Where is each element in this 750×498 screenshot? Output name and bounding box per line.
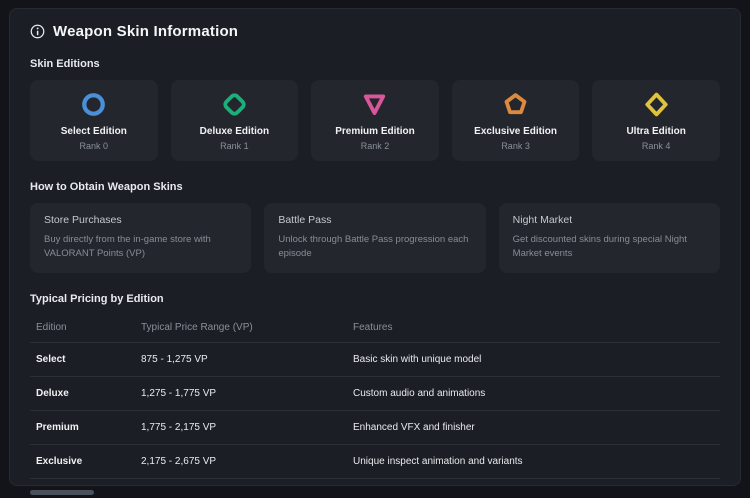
column-header-features: Features	[347, 315, 720, 343]
cell-edition: Select	[30, 342, 135, 376]
cell-features: Basic skin with unique model	[347, 342, 720, 376]
info-icon	[30, 24, 45, 39]
edition-card-ultra: Ultra Edition Rank 4	[592, 80, 720, 161]
edition-card-deluxe: Deluxe Edition Rank 1	[171, 80, 299, 161]
exclusive-edition-pentagon-icon	[502, 91, 529, 118]
table-row-premium: Premium 1,775 - 2,175 VP Enhanced VFX an…	[30, 410, 720, 444]
edition-rank: Rank 4	[642, 141, 671, 151]
cell-edition: Exclusive	[30, 444, 135, 478]
cell-features: Premium effects, evolving upgrades, kill…	[347, 478, 720, 486]
panel-header: Weapon Skin Information	[30, 23, 720, 40]
edition-card-premium: Premium Edition Rank 2	[311, 80, 439, 161]
obtain-card-description: Get discounted skins during special Nigh…	[513, 233, 706, 261]
scrollbar-thumb[interactable]	[30, 490, 94, 495]
column-header-edition: Edition	[30, 315, 135, 343]
section-title-skin-editions: Skin Editions	[30, 58, 720, 70]
edition-name: Select Edition	[61, 126, 127, 137]
table-row-ultra: Ultra 2,675+ VP Premium effects, evolvin…	[30, 478, 720, 486]
edition-rank: Rank 2	[361, 141, 390, 151]
obtain-card-title: Night Market	[513, 214, 706, 226]
cell-edition: Deluxe	[30, 376, 135, 410]
cell-features: Unique inspect animation and variants	[347, 444, 720, 478]
cell-price: 2,175 - 2,675 VP	[135, 444, 347, 478]
table-row-select: Select 875 - 1,275 VP Basic skin with un…	[30, 342, 720, 376]
edition-card-select: Select Edition Rank 0	[30, 80, 158, 161]
cell-price: 1,275 - 1,775 VP	[135, 376, 347, 410]
ultra-edition-diamond-icon	[643, 91, 670, 118]
pricing-table-header-row: Edition Typical Price Range (VP) Feature…	[30, 315, 720, 343]
obtain-card-row: Store Purchases Buy directly from the in…	[30, 203, 720, 273]
edition-card-exclusive: Exclusive Edition Rank 3	[452, 80, 580, 161]
obtain-card-store-purchases: Store Purchases Buy directly from the in…	[30, 203, 251, 273]
obtain-card-title: Store Purchases	[44, 214, 237, 226]
cell-edition: Ultra	[30, 478, 135, 486]
select-edition-circle-icon	[80, 91, 107, 118]
edition-rank: Rank 1	[220, 141, 249, 151]
edition-name: Ultra Edition	[626, 126, 685, 137]
cell-price: 2,675+ VP	[135, 478, 347, 486]
edition-rank: Rank 3	[501, 141, 530, 151]
cell-edition: Premium	[30, 410, 135, 444]
cell-price: 875 - 1,275 VP	[135, 342, 347, 376]
edition-card-row: Select Edition Rank 0 Deluxe Edition Ran…	[30, 80, 720, 161]
obtain-card-night-market: Night Market Get discounted skins during…	[499, 203, 720, 273]
edition-rank: Rank 0	[80, 141, 109, 151]
edition-name: Premium Edition	[335, 126, 414, 137]
page-title: Weapon Skin Information	[53, 23, 238, 40]
section-title-pricing: Typical Pricing by Edition	[30, 293, 720, 305]
column-header-price: Typical Price Range (VP)	[135, 315, 347, 343]
cell-features: Custom audio and animations	[347, 376, 720, 410]
premium-edition-triangle-icon	[361, 91, 388, 118]
edition-name: Deluxe Edition	[200, 126, 269, 137]
deluxe-edition-square-icon	[221, 91, 248, 118]
table-row-deluxe: Deluxe 1,275 - 1,775 VP Custom audio and…	[30, 376, 720, 410]
pricing-table: Edition Typical Price Range (VP) Feature…	[30, 315, 720, 486]
cell-features: Enhanced VFX and finisher	[347, 410, 720, 444]
table-row-exclusive: Exclusive 2,175 - 2,675 VP Unique inspec…	[30, 444, 720, 478]
horizontal-scrollbar[interactable]	[9, 489, 741, 496]
obtain-card-title: Battle Pass	[278, 214, 471, 226]
obtain-card-description: Unlock through Battle Pass progression e…	[278, 233, 471, 261]
obtain-card-description: Buy directly from the in-game store with…	[44, 233, 237, 261]
cell-price: 1,775 - 2,175 VP	[135, 410, 347, 444]
obtain-card-battle-pass: Battle Pass Unlock through Battle Pass p…	[264, 203, 485, 273]
edition-name: Exclusive Edition	[474, 126, 557, 137]
weapon-skin-info-panel: Weapon Skin Information Skin Editions Se…	[9, 8, 741, 486]
section-title-how-to-obtain: How to Obtain Weapon Skins	[30, 181, 720, 193]
